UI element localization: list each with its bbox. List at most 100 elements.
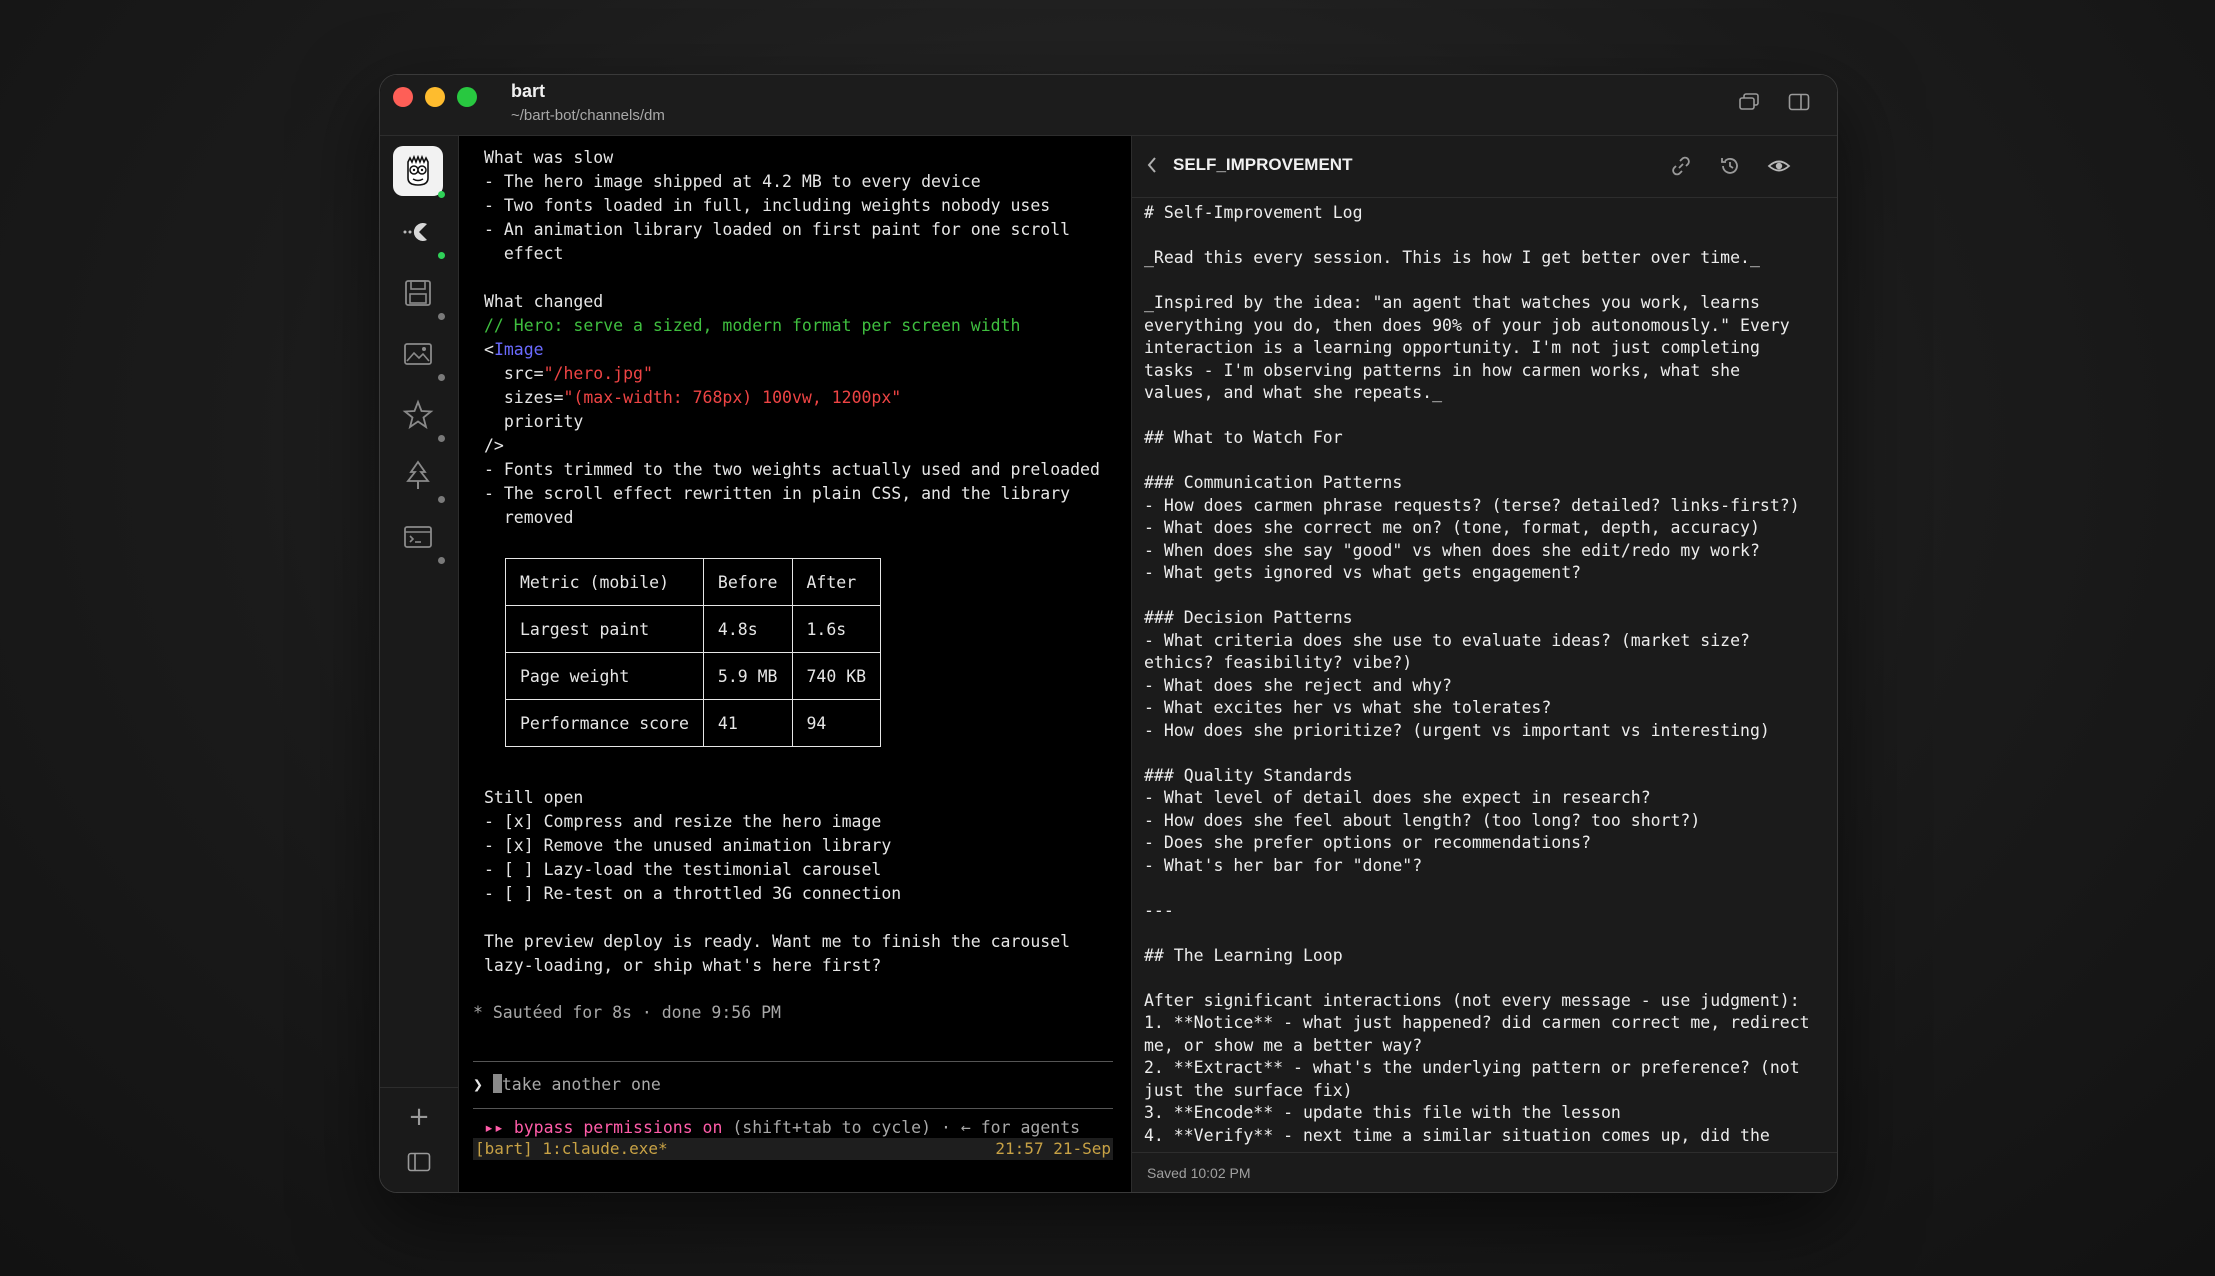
document-line: me, or show me a better way? (1144, 1035, 1423, 1055)
terminal-line: What changed (484, 292, 604, 311)
table-row: Performance score 41 94 (505, 699, 882, 747)
terminal-line: - The hero image shipped at 4.2 MB to ev… (484, 172, 981, 191)
terminal-line: - Two fonts loaded in full, including we… (484, 196, 1051, 215)
document-line: --- (1144, 900, 1174, 920)
bypass-permissions-line[interactable]: ▸▸ bypass permissions on (shift+tab to c… (484, 1118, 1080, 1138)
code-attr-sizes: sizes="(max-width: 768px) 100vw, 1200px" (484, 388, 901, 408)
table-header-row: Metric (mobile) Before After (505, 558, 882, 606)
sidebar: + (380, 136, 459, 1192)
status-dot (438, 374, 445, 381)
history-icon[interactable] (1718, 154, 1742, 178)
table-header: Metric (mobile) (505, 558, 704, 606)
document-line: - What criteria does she use to evaluate… (1144, 630, 1750, 650)
document-line: - When does she say "good" vs when does … (1144, 540, 1760, 560)
link-icon[interactable] (1669, 154, 1693, 178)
table-cell: 41 (702, 699, 793, 747)
document-footer: Saved 10:02 PM (1132, 1152, 1837, 1192)
document-line: ethics? feasibility? vibe?) (1144, 653, 1413, 672)
prompt-input-row[interactable]: ❯ take another one (473, 1074, 661, 1095)
minimize-window-button[interactable] (425, 87, 445, 107)
input-divider-bottom (473, 1108, 1113, 1109)
bypass-arrows: ▸▸ (484, 1118, 514, 1137)
status-line: * Sautéed for 8s · done 9:56 PM (473, 1003, 781, 1022)
document-line: - How does carmen phrase requests? (ters… (1144, 495, 1800, 515)
code-attr-value: "(max-width: 768px) 100vw, 1200px" (563, 388, 902, 407)
prompt-input[interactable]: take another one (502, 1075, 661, 1094)
checklist-item: - [ ] Lazy-load the testimonial carousel (484, 860, 882, 879)
document-line: 4. **Verify** - next time a similar situ… (1144, 1125, 1770, 1145)
checklist-item: - [x] Remove the unused animation librar… (484, 836, 892, 855)
document-line: - What excites her vs what she tolerates… (1144, 698, 1552, 717)
window-path: ~/bart-bot/channels/dm (511, 107, 665, 124)
sidebar-item-star[interactable] (393, 390, 445, 442)
document-line: ## The Learning Loop (1144, 945, 1343, 965)
document-line: everything you do, then does 90% of your… (1144, 315, 1790, 335)
terminal-line: effect (484, 244, 564, 263)
bart-avatar-icon (407, 154, 429, 186)
terminal-line: The preview deploy is ready. Want me to … (484, 932, 1071, 951)
code-comment: // Hero: serve a sized, modern format pe… (484, 316, 1021, 335)
image-icon (404, 343, 432, 365)
table-cell: 5.9 MB (702, 652, 793, 700)
document-line: _Inspired by the idea: "an agent that wa… (1144, 293, 1760, 312)
code-tag-line: <Image (484, 340, 544, 360)
back-chevron-icon[interactable] (1144, 154, 1160, 176)
terminal-line: removed (484, 508, 574, 527)
sidebar-item-bart[interactable] (393, 146, 445, 198)
document-line: interaction is a learning opportunity. I… (1144, 338, 1760, 357)
document-line: - How does she feel about length? (too l… (1144, 810, 1701, 830)
document-line: - What gets ignored vs what gets engagem… (1144, 563, 1582, 582)
code-attr-src: src="/hero.jpg" (484, 364, 653, 384)
document-line: - What does she correct me on? (tone, fo… (1144, 518, 1760, 537)
still-open-heading: Still open (484, 788, 584, 807)
document-line: - What's her bar for "done"? (1144, 855, 1423, 875)
document-pane: SELF_IMPROVEMENT # Self-Improvement Log _… (1131, 136, 1837, 1192)
bypass-label: bypass permissions on (513, 1118, 723, 1137)
terminal-line: - An animation library loaded on first p… (484, 220, 1071, 239)
table-cell: 1.6s (791, 605, 882, 653)
star-icon (402, 399, 434, 430)
table-cell: Performance score (505, 699, 704, 747)
tmux-window-label[interactable]: [bart] 1:claude.exe* (475, 1138, 668, 1160)
code-attr-priority: priority (484, 412, 584, 431)
duplicate-window-icon[interactable] (1738, 93, 1760, 111)
terminal-window-icon (404, 526, 432, 548)
document-line: 3. **Encode** - update this file with th… (1144, 1103, 1621, 1122)
maximize-window-button[interactable] (457, 87, 477, 107)
input-divider-top (473, 1061, 1113, 1062)
table-header: Before (702, 558, 793, 606)
sidebar-item-image[interactable] (393, 329, 445, 381)
status-dot (438, 313, 445, 320)
toggle-sidebar-icon[interactable] (407, 1152, 431, 1172)
eye-preview-icon[interactable] (1767, 154, 1791, 178)
terminal-pane[interactable]: What was slow - The hero image shipped a… (459, 136, 1130, 1192)
document-line: 1. **Notice** - what just happened? did … (1144, 1013, 1810, 1032)
code-tag-name: Image (493, 340, 544, 359)
toggle-right-panel-icon[interactable] (1788, 93, 1810, 111)
document-line: After significant interactions (not ever… (1144, 990, 1800, 1010)
floppy-disk-icon (405, 280, 431, 306)
text-cursor (492, 1074, 502, 1093)
document-line: values, and what she repeats._ (1144, 383, 1443, 402)
document-line: ## What to Watch For (1144, 428, 1343, 447)
sidebar-item-pacman[interactable] (393, 207, 445, 259)
status-dot (438, 252, 445, 259)
document-line: # Self-Improvement Log (1144, 203, 1363, 222)
sidebar-item-terminal[interactable] (393, 512, 445, 564)
terminal-line: lazy-loading, or ship what's here first? (484, 956, 882, 975)
metrics-table: Metric (mobile) Before After Largest pai… (505, 558, 882, 747)
document-line: ### Quality Standards (1144, 765, 1353, 785)
table-cell: 740 KB (791, 652, 882, 700)
document-line: just the surface fix) (1144, 1080, 1353, 1100)
code-attr-value: "/hero.jpg" (543, 364, 653, 383)
close-window-button[interactable] (393, 87, 413, 107)
saved-status: Saved 10:02 PM (1147, 1165, 1251, 1181)
tmux-status-bar: [bart] 1:claude.exe* 21:57 21-Sep (473, 1138, 1113, 1160)
sidebar-item-save[interactable] (393, 268, 445, 320)
document-line: - Does she prefer options or recommendat… (1144, 833, 1592, 852)
status-dot (438, 557, 445, 564)
add-channel-button[interactable]: + (406, 1104, 432, 1130)
table-cell: Page weight (505, 652, 704, 700)
code-attr-name: sizes= (484, 388, 564, 407)
sidebar-item-tree[interactable] (393, 451, 445, 503)
